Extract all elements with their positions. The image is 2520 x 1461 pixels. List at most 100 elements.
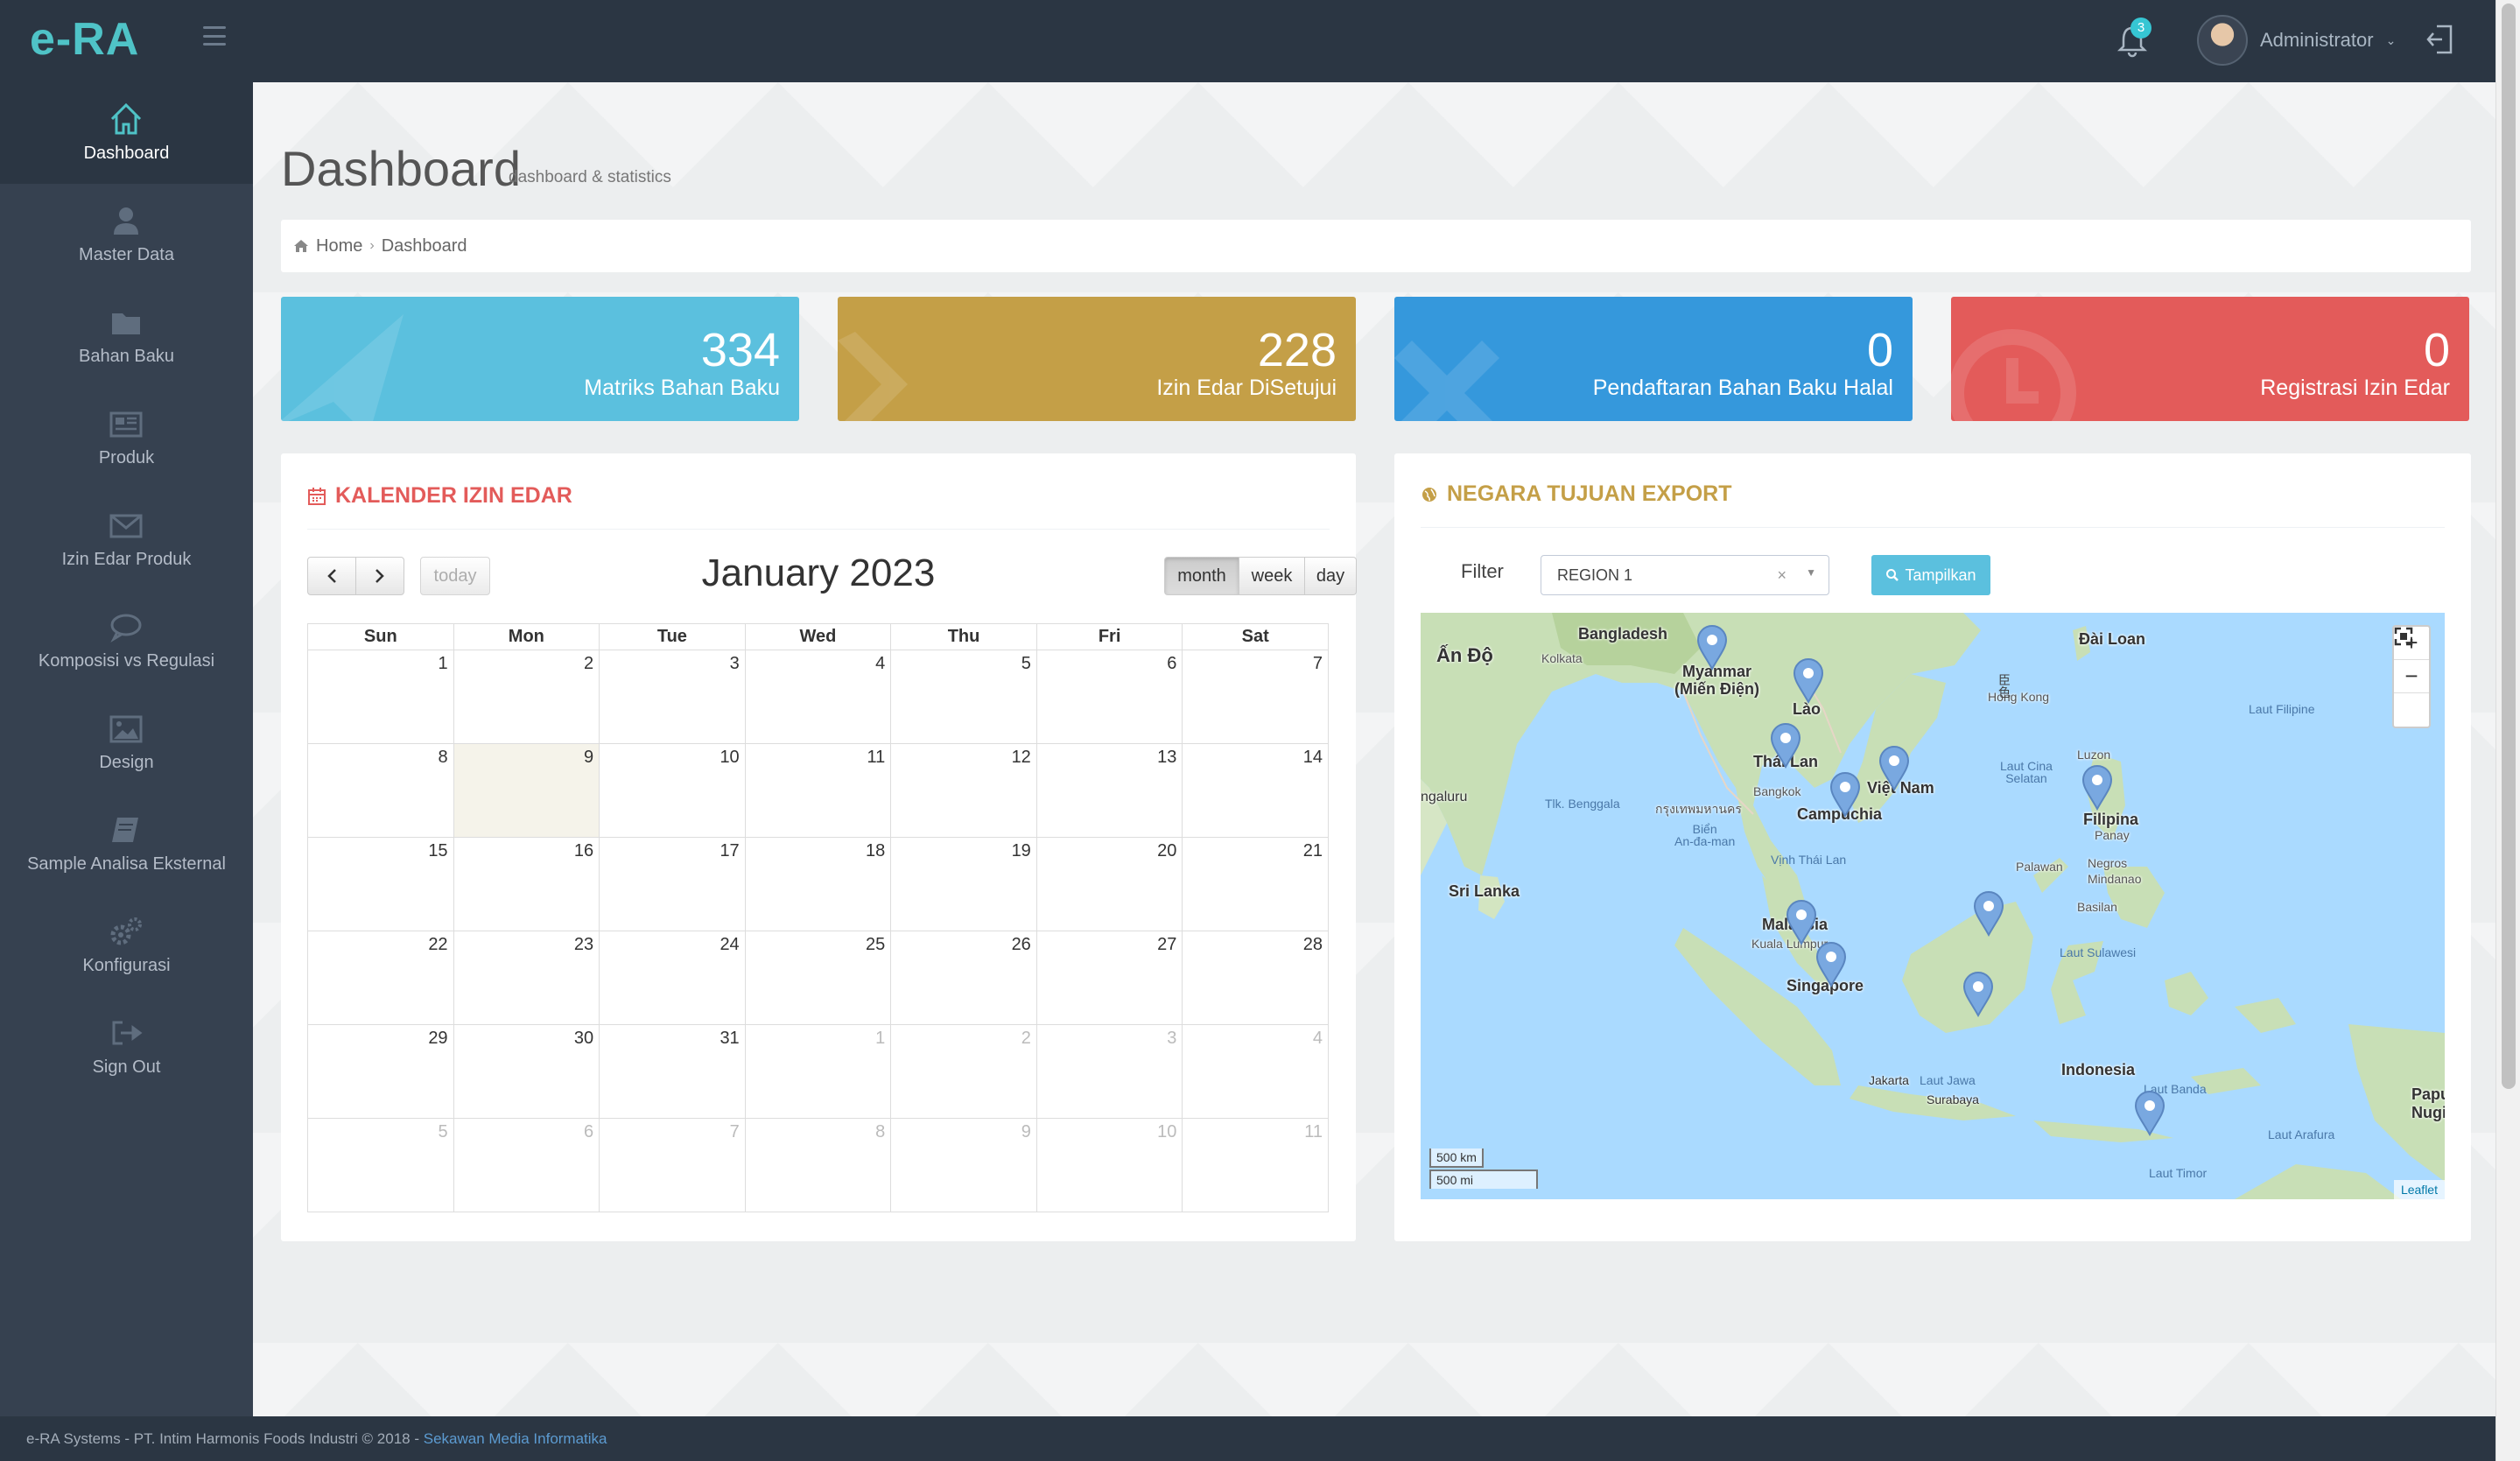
- sidebar-item-produk[interactable]: Produk: [0, 387, 253, 488]
- sidebar-item-label: Master Data: [79, 245, 174, 264]
- page-scrollbar[interactable]: [2495, 0, 2520, 1461]
- calendar-day-cell[interactable]: 30: [453, 1024, 600, 1119]
- calendar-day-cell[interactable]: 2: [453, 650, 600, 744]
- calendar-day-cell[interactable]: 12: [890, 743, 1037, 838]
- sidebar-item-sample-analisa-eksternal[interactable]: Sample Analisa Eksternal: [0, 793, 253, 895]
- calendar-day-cell[interactable]: 23: [453, 931, 600, 1025]
- calendar-day-cell[interactable]: 4: [1182, 1024, 1329, 1119]
- menu-toggle-icon[interactable]: [203, 26, 226, 46]
- calendar-day-cell[interactable]: 24: [599, 931, 746, 1025]
- calendar-day-cell[interactable]: 18: [744, 837, 892, 931]
- calendar-day-cell[interactable]: 17: [599, 837, 746, 931]
- sidebar-item-sign-out[interactable]: Sign Out: [0, 996, 253, 1098]
- sidebar-item-dashboard[interactable]: Dashboard: [0, 82, 253, 184]
- calendar-view-week[interactable]: week: [1239, 557, 1305, 595]
- clear-icon[interactable]: ×: [1777, 566, 1786, 585]
- calendar-day-cell[interactable]: 16: [453, 837, 600, 931]
- calendar-day-cell[interactable]: 5: [307, 1118, 454, 1212]
- stat-card-matriks-bahan-baku[interactable]: 334 Matriks Bahan Baku: [281, 297, 799, 421]
- calendar-view-month[interactable]: month: [1164, 557, 1239, 595]
- sidebar-item-master-data[interactable]: Master Data: [0, 184, 253, 285]
- calendar-day-cell[interactable]: 3: [599, 650, 746, 744]
- calendar-day-cell[interactable]: 8: [307, 743, 454, 838]
- calendar-day-cell[interactable]: 31: [599, 1024, 746, 1119]
- calendar-day-cell[interactable]: 25: [744, 931, 892, 1025]
- calendar-day-cell[interactable]: 19: [890, 837, 1037, 931]
- calendar-day-cell[interactable]: 2: [890, 1024, 1037, 1119]
- fullscreen-icon[interactable]: [2394, 627, 2429, 727]
- calendar-grid: Sun Mon Tue Wed Thu Fri Sat 1 2 3 4 5 6 7 8 9 10 11 12 13 1…: [307, 623, 1329, 1212]
- comment-icon: [110, 614, 142, 643]
- calendar-day-cell[interactable]: 20: [1035, 837, 1183, 931]
- user-menu[interactable]: Administrator ⌄: [2197, 14, 2396, 67]
- calendar-day-cell[interactable]: 9: [890, 1118, 1037, 1212]
- stat-card-izin-edar-disetujui[interactable]: 228 Izin Edar DiSetujui: [838, 297, 1356, 421]
- map-marker-icon[interactable]: [1878, 746, 1911, 791]
- map-attribution-link[interactable]: Leaflet: [2393, 1180, 2445, 1199]
- map-label-sri-lanka: Sri Lanka: [1449, 882, 1520, 900]
- logout-icon[interactable]: [2425, 23, 2456, 56]
- calendar-day-cell[interactable]: 26: [890, 931, 1037, 1025]
- calendar-day-cell[interactable]: 5: [890, 650, 1037, 744]
- stat-value: 0: [1866, 324, 1893, 376]
- calendar-day-cell[interactable]: 28: [1182, 931, 1329, 1025]
- calendar-day-cell[interactable]: 9: [453, 743, 600, 838]
- map-marker-icon[interactable]: [2081, 765, 2114, 811]
- scrollbar-thumb[interactable]: [2502, 4, 2516, 1089]
- calendar-view-day[interactable]: day: [1304, 557, 1357, 595]
- sidebar-item-konfigurasi[interactable]: Konfigurasi: [0, 895, 253, 996]
- footer: e-RA Systems - PT. Intim Harmonis Foods …: [0, 1416, 2495, 1461]
- calendar-day-cell[interactable]: 22: [307, 931, 454, 1025]
- region-select[interactable]: REGION 1 × ▼: [1541, 555, 1829, 595]
- calendar-day-cell[interactable]: 1: [307, 650, 454, 744]
- map-marker-icon[interactable]: [1769, 723, 1802, 769]
- calendar-week-row: 29 30 31 1 2 3 4: [307, 1024, 1329, 1119]
- calendar-day-cell[interactable]: 10: [599, 743, 746, 838]
- stat-label: Izin Edar DiSetujui: [1156, 376, 1337, 400]
- map-marker-icon[interactable]: [1785, 900, 1818, 945]
- stat-card-registrasi-izin-edar[interactable]: 0 Registrasi Izin Edar: [1951, 297, 2469, 421]
- logo-text: e-RA: [30, 14, 139, 65]
- sidebar-item-design[interactable]: Design: [0, 692, 253, 793]
- calendar-day-cell[interactable]: 27: [1035, 931, 1183, 1025]
- page-title: Dashboard: [281, 141, 521, 196]
- footer-link[interactable]: Sekawan Media Informatika: [424, 1430, 607, 1447]
- sidebar-item-izin-edar-produk[interactable]: Izin Edar Produk: [0, 488, 253, 590]
- map-label-kr: 臣 色: [1998, 673, 2011, 699]
- calendar-day-cell[interactable]: 3: [1035, 1024, 1183, 1119]
- calendar-day-cell[interactable]: 13: [1035, 743, 1183, 838]
- calendar-day-cell[interactable]: 4: [744, 650, 892, 744]
- stat-value: 0: [2423, 324, 2450, 376]
- sidebar-item-komposisi-vs-regulasi[interactable]: Komposisi vs Regulasi: [0, 590, 253, 692]
- user-name: Administrator: [2260, 29, 2374, 51]
- calendar-day-cell[interactable]: 1: [744, 1024, 892, 1119]
- export-map[interactable]: Ấn Độ Bangladesh Kolkata Myanmar (Miến Đ…: [1421, 613, 2445, 1199]
- calendar-day-cell[interactable]: 6: [453, 1118, 600, 1212]
- map-marker-icon[interactable]: [1695, 625, 1729, 671]
- calendar-day-cell[interactable]: 21: [1182, 837, 1329, 931]
- calendar-day-cell[interactable]: 6: [1035, 650, 1183, 744]
- stat-card-pendaftaran-bahan-baku-halal[interactable]: 0 Pendaftaran Bahan Baku Halal: [1394, 297, 1913, 421]
- map-marker-icon[interactable]: [1962, 972, 1995, 1017]
- calendar-day-cell[interactable]: 15: [307, 837, 454, 931]
- calendar-day-cell[interactable]: 10: [1035, 1118, 1183, 1212]
- calendar-day-cell[interactable]: 11: [744, 743, 892, 838]
- breadcrumb-home-link[interactable]: Home: [316, 236, 362, 256]
- map-marker-icon[interactable]: [1972, 891, 2005, 937]
- tampilkan-button[interactable]: Tampilkan: [1871, 555, 1990, 595]
- map-marker-icon[interactable]: [1829, 772, 1862, 818]
- map-marker-icon[interactable]: [1792, 658, 1825, 704]
- map-marker-icon[interactable]: [1815, 942, 1848, 987]
- calendar-day-cell[interactable]: 14: [1182, 743, 1329, 838]
- stat-value: 334: [700, 324, 780, 376]
- calendar-day-cell[interactable]: 29: [307, 1024, 454, 1119]
- image-icon: [109, 715, 143, 743]
- calendar-day-cell[interactable]: 7: [1182, 650, 1329, 744]
- zoom-out-button[interactable]: −: [2394, 660, 2429, 693]
- sidebar-item-bahan-baku[interactable]: Bahan Baku: [0, 285, 253, 387]
- map-marker-icon[interactable]: [2133, 1091, 2166, 1136]
- era-logo[interactable]: e-RA: [30, 12, 161, 65]
- calendar-day-cell[interactable]: 11: [1182, 1118, 1329, 1212]
- calendar-day-cell[interactable]: 7: [599, 1118, 746, 1212]
- calendar-day-cell[interactable]: 8: [744, 1118, 892, 1212]
